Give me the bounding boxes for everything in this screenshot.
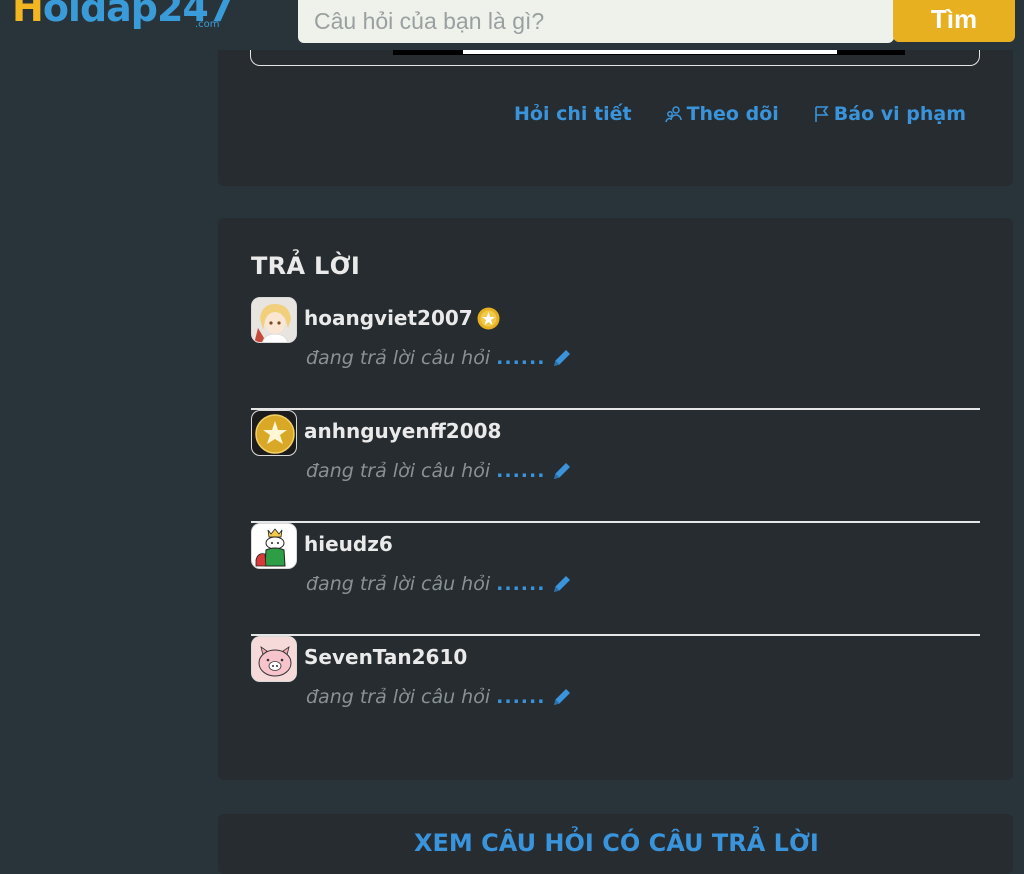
gold-star-person-avatar-icon[interactable] (251, 410, 297, 456)
answers-title: TRẢ LỜI (251, 252, 361, 280)
follow-users-icon (664, 104, 684, 124)
follow-label: Theo dõi (686, 103, 779, 125)
report-button[interactable]: Báo vi phạm (811, 103, 966, 125)
ask-detail-button[interactable]: Hỏi chi tiết (514, 103, 632, 125)
gold-medal-badge-icon (477, 307, 500, 330)
pencil-icon (551, 686, 573, 708)
next-section-title[interactable]: XEM CÂU HỎI CÓ CÂU TRẢ LỜI (414, 829, 819, 857)
search-button[interactable]: Tìm (893, 0, 1015, 42)
flag-icon (811, 104, 831, 124)
top-header: Hoidap247 .com Tìm (0, 0, 1024, 50)
typing-dots: ...... (496, 460, 546, 482)
typing-dots: ...... (496, 573, 546, 595)
question-actions: Hỏi chi tiết Theo dõi Báo vi phạm (514, 103, 966, 125)
answer-item: anhnguyenff2008 đang trả lời câu hỏi ...… (251, 410, 980, 523)
pencil-icon (551, 347, 573, 369)
answer-status: đang trả lời câu hỏi ...... (306, 573, 573, 595)
answerer-username[interactable]: anhnguyenff2008 (304, 419, 501, 443)
typing-dots: ...... (496, 347, 546, 369)
answerer-username[interactable]: hieudz6 (304, 532, 393, 556)
answerer-username[interactable]: hoangviet2007 (304, 306, 500, 330)
answer-list: hoangviet2007 đang trả lời câu hỏi .....… (251, 297, 980, 749)
answer-item: hieudz6 đang trả lời câu hỏi ...... (251, 523, 980, 636)
question-card: Hỏi chi tiết Theo dõi Báo vi phạm (218, 34, 1013, 186)
next-section-card: XEM CÂU HỎI CÓ CÂU TRẢ LỜI (218, 814, 1013, 874)
answer-item: SevenTan2610 đang trả lời câu hỏi ...... (251, 636, 980, 749)
answer-status: đang trả lời câu hỏi ...... (306, 347, 573, 369)
answerer-username[interactable]: SevenTan2610 (304, 645, 467, 669)
pink-pig-avatar-icon[interactable] (251, 636, 297, 682)
site-logo[interactable]: Hoidap247 .com (12, 0, 234, 36)
typing-dots: ...... (496, 686, 546, 708)
cartoon-king-avatar-icon[interactable] (251, 523, 297, 569)
search-input[interactable] (298, 0, 894, 43)
follow-button[interactable]: Theo dõi (664, 103, 779, 125)
answer-item: hoangviet2007 đang trả lời câu hỏi .....… (251, 297, 980, 410)
answers-card: TRẢ LỜI hoangviet2007 đang trả lời câu h… (218, 218, 1013, 780)
answer-status: đang trả lời câu hỏi ...... (306, 686, 573, 708)
logo-suffix: .com (195, 19, 220, 30)
report-label: Báo vi phạm (833, 103, 967, 125)
anime-character-avatar-icon[interactable] (251, 297, 297, 343)
pencil-icon (551, 573, 573, 595)
ask-detail-label: Hỏi chi tiết (514, 103, 632, 125)
answer-status: đang trả lời câu hỏi ...... (306, 460, 573, 482)
pencil-icon (551, 460, 573, 482)
